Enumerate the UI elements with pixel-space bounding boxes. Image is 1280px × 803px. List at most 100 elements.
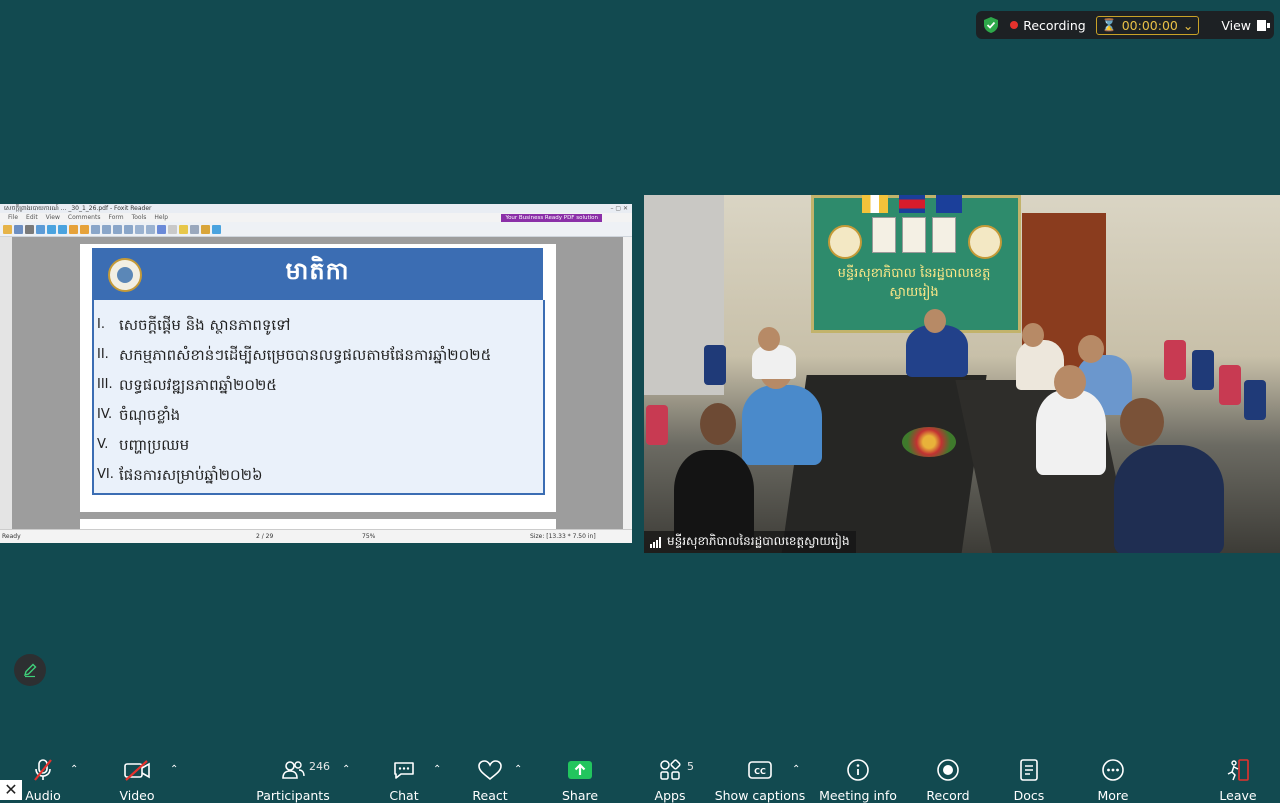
pdf-toolbar <box>0 222 632 237</box>
agenda-num: V. <box>97 437 109 452</box>
meeting-info-button[interactable]: Meeting info <box>819 758 897 803</box>
agenda-list: I. សេចក្ដីផ្ដើម និង ស្ថានភាពទូទៅ II. សកម្ម… <box>94 300 543 490</box>
docs-label: Docs <box>1013 788 1045 803</box>
record-label: Record <box>926 788 970 803</box>
recording-bar: Recording ⌛ 00:00:00 ⌄ View <box>976 11 1274 39</box>
apps-label: Apps <box>654 788 686 803</box>
apps-button[interactable]: Apps <box>655 758 685 803</box>
security-shield-icon[interactable] <box>982 16 1000 34</box>
agenda-num: II. <box>97 347 109 362</box>
chair <box>1219 365 1241 405</box>
recording-label: Recording <box>1023 17 1086 33</box>
participant-name-label: មន្ទីរសុខាភិបាលនៃរដ្ឋបាលខេត្តស្វាយរៀង <box>644 531 856 553</box>
page-indicator[interactable]: 2 / 29 <box>256 530 273 543</box>
agenda-text: លទ្ធផលវឌ្ឍនភាពឆ្នាំ២០២៥ <box>119 376 277 394</box>
pdf-scrollbar[interactable] <box>623 237 632 530</box>
pdf-status-bar: Ready 2 / 29 75% Size: [13.33 * 7.50 in] <box>0 529 632 543</box>
participants-button[interactable]: Participants <box>256 758 330 803</box>
zoom-level[interactable]: 75% <box>362 530 375 543</box>
meeting-toolbar: Audio ⌃ Video ⌃ Participants 246 ⌃ Chat … <box>0 750 1280 803</box>
audio-label: Audio <box>25 788 61 803</box>
agenda-item: III. លទ្ធផលវឌ្ឍនភាពឆ្នាំ២០២៥ <box>97 370 543 400</box>
captions-button[interactable]: CC Show captions <box>715 758 805 803</box>
close-icon[interactable]: ✕ <box>0 780 22 800</box>
chair <box>1164 340 1186 380</box>
react-button[interactable]: React <box>472 758 508 803</box>
pencil-icon <box>23 663 37 678</box>
leave-label: Leave <box>1219 788 1257 803</box>
person-head <box>1054 365 1086 399</box>
audio-options-chevron-icon[interactable]: ⌃ <box>70 764 78 775</box>
video-options-chevron-icon[interactable]: ⌃ <box>170 764 178 775</box>
zoom-icon <box>102 224 111 234</box>
fit-icon <box>124 224 133 234</box>
snapshot-icon <box>168 224 177 234</box>
person-head <box>1078 335 1104 363</box>
pen-icon <box>179 224 188 234</box>
shared-screen[interactable]: សេចក្ដីព្រាងរបាយការណ៍ ... _30_1_26.pdf -… <box>0 204 632 543</box>
audio-button[interactable]: Audio <box>25 758 61 803</box>
chat-bubble-icon <box>394 762 414 779</box>
heart-icon <box>478 760 502 781</box>
video-label: Video <box>119 788 155 803</box>
view-button[interactable]: View <box>1221 18 1270 33</box>
recording-timer[interactable]: ⌛ 00:00:00 ⌄ <box>1095 15 1200 35</box>
undo-icon <box>69 224 78 234</box>
chat-label: Chat <box>389 788 419 803</box>
agenda-text: បញ្ហាប្រឈម <box>119 436 190 454</box>
text-tool-icon <box>190 224 199 234</box>
share-label: Share <box>561 788 599 803</box>
save-icon <box>14 224 23 234</box>
chair <box>1244 380 1266 420</box>
participants-options-chevron-icon[interactable]: ⌃ <box>342 764 350 775</box>
timer-value: 00:00:00 <box>1121 17 1178 33</box>
recording-status[interactable]: Recording <box>1010 18 1086 33</box>
buddhist-flag-icon <box>862 195 888 213</box>
person <box>1036 390 1106 475</box>
captions-options-chevron-icon[interactable]: ⌃ <box>792 764 800 775</box>
record-icon <box>937 759 959 781</box>
menu-tools: Tools <box>131 214 147 221</box>
person-head <box>1120 398 1164 446</box>
more-label: More <box>1097 788 1129 803</box>
apps-count: 5 <box>687 760 694 773</box>
share-button[interactable]: Share <box>562 758 598 803</box>
hand-tool-icon <box>157 224 166 234</box>
chair <box>704 345 726 385</box>
person-head <box>924 309 946 333</box>
redo-icon <box>80 224 89 234</box>
more-dots-icon <box>1102 759 1124 781</box>
person <box>742 385 822 465</box>
person-head <box>1022 323 1044 347</box>
seal-icon <box>968 225 1002 259</box>
nav-back-icon <box>47 224 56 234</box>
seal-icon <box>828 225 862 259</box>
agenda-item: I. សេចក្ដីផ្ដើម និង ស្ថានភាពទូទៅ <box>97 310 543 340</box>
record-button[interactable]: Record <box>926 758 970 803</box>
chat-button[interactable]: Chat <box>389 758 419 803</box>
leave-door-icon <box>1227 759 1249 781</box>
docs-button[interactable]: Docs <box>1014 758 1044 803</box>
recording-dot-icon <box>1010 21 1019 29</box>
svg-text:CC: CC <box>754 767 766 776</box>
agenda-text: សកម្មភាពសំខាន់ៗដើម្បីសម្រេចបានលទ្ធផលតាមផ… <box>119 346 492 364</box>
person-head <box>700 403 736 445</box>
react-options-chevron-icon[interactable]: ⌃ <box>514 764 522 775</box>
slide-header: មាតិកា <box>92 248 543 300</box>
annotate-button[interactable] <box>14 654 46 686</box>
more-button[interactable]: More <box>1098 758 1129 803</box>
slide-content: I. សេចក្ដីផ្ដើម និង ស្ថានភាពទូទៅ II. សកម្ម… <box>92 300 545 495</box>
pdf-viewport: មាតិកា I. សេចក្ដីផ្ដើម និង ស្ថានភាពទូទៅ I… <box>0 237 632 539</box>
captions-label: Show captions <box>714 788 806 803</box>
chat-options-chevron-icon[interactable]: ⌃ <box>433 764 441 775</box>
agenda-item: II. សកម្មភាពសំខាន់ៗដើម្បីសម្រេចបានលទ្ធផលត… <box>97 340 543 370</box>
portrait-photo <box>902 217 926 253</box>
slide-page: មាតិកា I. សេចក្ដីផ្ដើម និង ស្ថានភាពទូទៅ I… <box>80 244 556 512</box>
agenda-text: ផែនការសម្រាប់ឆ្នាំ២០២៦ <box>119 466 263 484</box>
leave-button[interactable]: Leave <box>1219 758 1257 803</box>
video-button[interactable]: Video <box>119 758 155 803</box>
participant-video-tile[interactable]: មន្ទីរសុខាភិបាល នៃរដ្ឋបាលខេត្តស្វាយរៀង ម… <box>644 195 1280 553</box>
closed-captions-icon: CC <box>748 761 772 779</box>
link-icon <box>212 224 221 234</box>
zoom-in-icon <box>146 224 155 234</box>
